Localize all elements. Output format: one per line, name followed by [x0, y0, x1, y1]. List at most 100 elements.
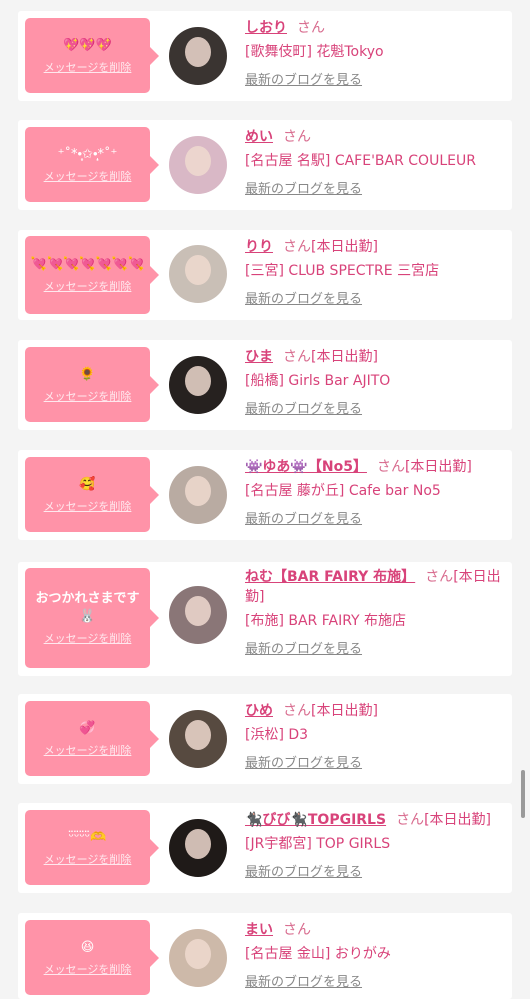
cast-info: りり さん[本日出勤] [三宮] CLUB SPECTRE 三宮店 最新のブログを見る: [245, 237, 507, 307]
cast-name-link[interactable]: ひめ: [245, 703, 273, 719]
cast-name-line: まい さん: [245, 920, 507, 940]
cast-avatar[interactable]: [169, 245, 227, 303]
cast-avatar[interactable]: [169, 929, 227, 987]
message-bubble: 💞 メッセージを削除: [25, 701, 159, 776]
cast-name-link[interactable]: ねむ【BAR FAIRY 布施】: [245, 569, 415, 585]
message-text: ⁺˚*•̩̩͙✩•̩̩͙*˚⁺: [57, 146, 118, 162]
cast-name-line: しおり さん: [245, 18, 507, 38]
cast-name-line: ねむ【BAR FAIRY 布施】 さん[本日出勤]: [245, 567, 507, 607]
honorific: さん: [283, 129, 311, 145]
avatar-face: [185, 829, 211, 859]
cast-name-link[interactable]: りり: [245, 239, 273, 255]
cast-avatar[interactable]: [169, 356, 227, 414]
cast-info: ひま さん[本日出勤] [船橋] Girls Bar AJITO 最新のブログを見る: [245, 347, 507, 417]
message-bubble: ᵕ̈ᵕ̈ᵕ̈ᵕ̈🫶 メッセージを削除: [25, 810, 159, 885]
latest-blog-link[interactable]: 最新のブログを見る: [245, 861, 362, 880]
cast-name-line: りり さん[本日出勤]: [245, 237, 507, 257]
work-status: [本日出勤]: [424, 812, 491, 828]
cast-name-line: めい さん: [245, 127, 507, 147]
honorific: さん: [283, 703, 311, 719]
cast-avatar[interactable]: [169, 466, 227, 524]
avatar-face: [185, 720, 211, 750]
shop-name: [三宮] CLUB SPECTRE 三宮店: [245, 263, 440, 279]
honorific: さん: [376, 459, 405, 475]
message-text: 😆: [80, 939, 95, 955]
cast-name-link[interactable]: しおり: [245, 20, 287, 36]
delete-message-link[interactable]: メッセージを削除: [44, 851, 132, 867]
latest-blog-link[interactable]: 最新のブログを見る: [245, 752, 362, 771]
cast-avatar[interactable]: [169, 710, 227, 768]
avatar-face: [185, 255, 211, 285]
latest-blog-link[interactable]: 最新のブログを見る: [245, 288, 362, 307]
cast-avatar[interactable]: [169, 586, 227, 644]
honorific: さん: [283, 922, 311, 938]
shop-name: [船橋] Girls Bar AJITO: [245, 373, 391, 389]
honorific: さん: [283, 349, 311, 365]
cast-card: 💘💘💘💘💘💘💘 メッセージを削除 りり さん[本日出勤] [三宮] CLUB SPECT…: [18, 230, 512, 320]
latest-blog-link[interactable]: 最新のブログを見る: [245, 638, 362, 657]
cast-name-line: 👾ゆあ👾【No5】 さん[本日出勤]: [245, 457, 507, 477]
latest-blog-link[interactable]: 最新のブログを見る: [245, 178, 362, 197]
cast-info: ひめ さん[本日出勤] [浜松] D3 最新のブログを見る: [245, 701, 507, 771]
honorific: さん: [283, 239, 311, 255]
cast-avatar[interactable]: [169, 27, 227, 85]
latest-blog-link[interactable]: 最新のブログを見る: [245, 508, 362, 527]
cast-card: ᵕ̈ᵕ̈ᵕ̈ᵕ̈🫶 メッセージを削除 🐈‍⬛びび🐈‍⬛TOPGIRLS さん[本日出勤…: [18, 803, 512, 893]
message-bubble: 🥰 メッセージを削除: [25, 457, 159, 532]
cast-avatar[interactable]: [169, 136, 227, 194]
honorific: さん: [396, 812, 425, 828]
cast-info: 🐈‍⬛びび🐈‍⬛TOPGIRLS さん[本日出勤] [JR宇都宮] TOP GIRL…: [245, 810, 507, 880]
latest-blog-link[interactable]: 最新のブログを見る: [245, 69, 362, 88]
avatar-face: [185, 366, 211, 396]
message-bubble: おつかれさまです🐰 メッセージを削除: [25, 568, 159, 668]
cast-name-link[interactable]: まい: [245, 922, 273, 938]
avatar-face: [185, 476, 211, 506]
cast-name-link[interactable]: ひま: [245, 349, 273, 365]
cast-card: 💖💖💖 メッセージを削除 しおり さん [歌舞伎町] 花魁Tokyo 最新のブログを見る: [18, 11, 512, 101]
work-status: [本日出勤]: [311, 703, 378, 719]
message-bubble: ⁺˚*•̩̩͙✩•̩̩͙*˚⁺ メッセージを削除: [25, 127, 159, 202]
scrollbar[interactable]: [521, 770, 525, 818]
cast-name-line: ひめ さん[本日出勤]: [245, 701, 507, 721]
message-text: ᵕ̈ᵕ̈ᵕ̈ᵕ̈🫶: [68, 829, 107, 845]
cast-name-line: 🐈‍⬛びび🐈‍⬛TOPGIRLS さん[本日出勤]: [245, 810, 507, 830]
cast-info: まい さん [名古屋 金山] おりがみ 最新のブログを見る: [245, 920, 507, 990]
delete-message-link[interactable]: メッセージを削除: [44, 278, 132, 294]
message-text: 🌻: [79, 366, 96, 382]
cast-card: 🥰 メッセージを削除 👾ゆあ👾【No5】 さん[本日出勤] [名古屋 藤が丘] Cafe…: [18, 450, 512, 540]
delete-message-link[interactable]: メッセージを削除: [44, 742, 132, 758]
delete-message-link[interactable]: メッセージを削除: [44, 630, 132, 646]
avatar-face: [185, 37, 211, 67]
cast-avatar[interactable]: [169, 819, 227, 877]
favorite-cast-list: 💖💖💖 メッセージを削除 しおり さん [歌舞伎町] 花魁Tokyo 最新のブログを見る ⁺…: [0, 0, 530, 999]
shop-name: [布施] BAR FAIRY 布施店: [245, 613, 407, 629]
cast-name-link[interactable]: 🐈‍⬛びび🐈‍⬛TOPGIRLS: [245, 812, 386, 828]
latest-blog-link[interactable]: 最新のブログを見る: [245, 971, 362, 990]
message-text: 💖💖💖: [63, 37, 112, 53]
latest-blog-link[interactable]: 最新のブログを見る: [245, 398, 362, 417]
message-bubble: 💘💘💘💘💘💘💘 メッセージを削除: [25, 236, 159, 314]
delete-message-link[interactable]: メッセージを削除: [44, 168, 132, 184]
delete-message-link[interactable]: メッセージを削除: [44, 59, 132, 75]
cast-name-link[interactable]: 👾ゆあ👾【No5】: [245, 459, 367, 475]
work-status: [本日出勤]: [311, 349, 378, 365]
cast-card: 🌻 メッセージを削除 ひま さん[本日出勤] [船橋] Girls Bar AJITO 最…: [18, 340, 512, 430]
honorific: さん: [425, 569, 454, 585]
avatar-face: [185, 146, 211, 176]
honorific: さん: [297, 20, 325, 36]
avatar-face: [185, 596, 211, 626]
shop-name: [歌舞伎町] 花魁Tokyo: [245, 44, 384, 60]
shop-name: [名古屋 藤が丘] Cafe bar No5: [245, 483, 441, 499]
delete-message-link[interactable]: メッセージを削除: [44, 961, 132, 977]
cast-info: しおり さん [歌舞伎町] 花魁Tokyo 最新のブログを見る: [245, 18, 507, 88]
work-status: [本日出勤]: [311, 239, 378, 255]
message-text: 🥰: [79, 476, 96, 492]
cast-info: 👾ゆあ👾【No5】 さん[本日出勤] [名古屋 藤が丘] Cafe bar No5 最…: [245, 457, 507, 527]
shop-name: [名古屋 金山] おりがみ: [245, 946, 391, 962]
delete-message-link[interactable]: メッセージを削除: [44, 388, 132, 404]
message-bubble: 🌻 メッセージを削除: [25, 347, 159, 422]
cast-name-link[interactable]: めい: [245, 129, 273, 145]
avatar-face: [185, 939, 211, 969]
delete-message-link[interactable]: メッセージを削除: [44, 498, 132, 514]
message-bubble: 💖💖💖 メッセージを削除: [25, 18, 159, 93]
